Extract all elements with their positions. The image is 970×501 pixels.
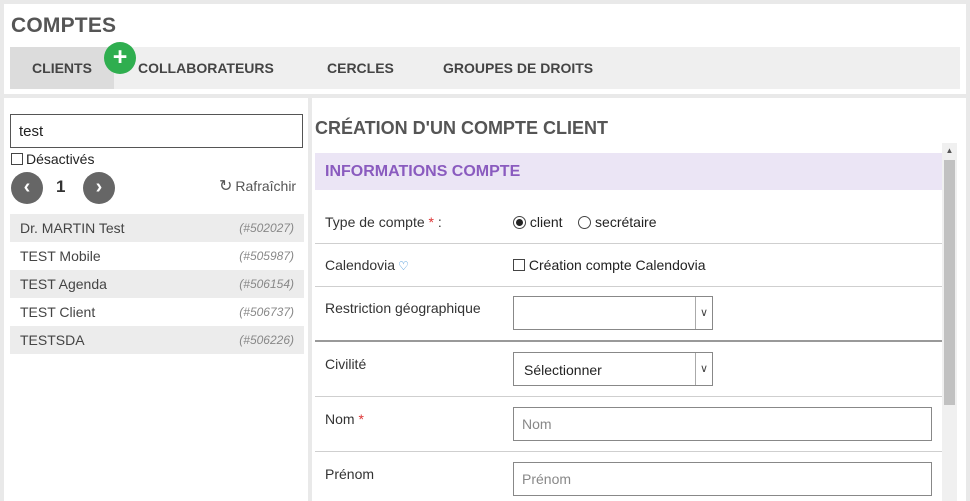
geo-restriction-label: Restriction géographique	[325, 300, 481, 316]
refresh-button[interactable]: ↻ Rafraîchir	[219, 176, 296, 196]
tab-clients[interactable]: CLIENTS	[10, 47, 114, 89]
list-item[interactable]: TEST Mobile (#505987)	[10, 242, 304, 270]
calendovia-checkbox-label: Création compte Calendovia	[528, 257, 706, 273]
calendovia-label: Calendovia ♡	[325, 257, 409, 273]
last-name-row: Nom *	[315, 397, 942, 452]
first-name-row: Prénom	[315, 452, 942, 501]
form-title: CRÉATION D'UN COMPTE CLIENT	[315, 118, 608, 138]
client-id: (#506154)	[239, 277, 294, 291]
section-header: INFORMATIONS COMPTE	[315, 153, 942, 190]
deactivated-filter: Désactivés	[11, 151, 94, 167]
client-list-panel: Désactivés ‹ 1 › ↻Rafraîchir Dr. MARTIN …	[4, 98, 308, 501]
list-item[interactable]: Dr. MARTIN Test (#502027)	[10, 214, 304, 242]
calendovia-icon: ♡	[398, 259, 409, 273]
calendovia-option: Création compte Calendovia	[513, 257, 706, 273]
list-item[interactable]: TEST Client (#506737)	[10, 298, 304, 326]
client-name: TESTSDA	[20, 332, 85, 348]
radio-client[interactable]	[513, 216, 526, 229]
geo-restriction-row: Restriction géographique ∨	[315, 287, 942, 342]
first-name-label: Prénom	[325, 466, 375, 482]
add-client-button[interactable]: +	[104, 42, 136, 74]
next-page-button[interactable]: ›	[83, 172, 115, 204]
last-name-label: Nom *	[325, 411, 364, 427]
account-type-options: client secrétaire	[513, 214, 657, 230]
civility-label: Civilité	[325, 356, 367, 372]
client-name: TEST Mobile	[20, 248, 101, 264]
radio-secretary[interactable]	[578, 216, 592, 229]
account-type-row: Type de compte * : client secrétaire	[315, 201, 942, 244]
list-item[interactable]: TESTSDA (#506226)	[10, 326, 304, 354]
list-item[interactable]: TEST Agenda (#506154)	[10, 270, 304, 298]
refresh-label: Rafraîchir	[235, 178, 297, 194]
client-id: (#506226)	[239, 333, 294, 347]
client-name: TEST Agenda	[20, 276, 107, 292]
radio-secretary-label: secrétaire	[595, 214, 657, 230]
client-form-panel: CRÉATION D'UN COMPTE CLIENT INFORMATIONS…	[312, 98, 966, 501]
calendovia-checkbox[interactable]	[513, 259, 525, 271]
tab-bar: CLIENTS COLLABORATEURS CERCLES GROUPES D…	[10, 42, 960, 89]
tab-groupes-de-droits[interactable]: GROUPES DE DROITS	[443, 47, 593, 89]
first-name-input[interactable]	[513, 462, 932, 496]
account-type-label: Type de compte * :	[325, 214, 442, 230]
radio-client-label: client	[529, 214, 563, 230]
search-input[interactable]	[10, 114, 303, 148]
scrollbar-thumb[interactable]	[944, 160, 955, 405]
client-name: TEST Client	[20, 304, 96, 320]
client-id: (#502027)	[239, 221, 294, 235]
tab-cercles[interactable]: CERCLES	[327, 47, 394, 89]
geo-restriction-select[interactable]: ∨	[513, 296, 713, 330]
client-id: (#506737)	[239, 305, 294, 319]
civility-row: Civilité Sélectionner ∨	[315, 342, 942, 397]
deactivated-label: Désactivés	[26, 151, 95, 167]
scroll-up-icon[interactable]: ▲	[942, 143, 957, 158]
last-name-input[interactable]	[513, 407, 932, 441]
client-list: Dr. MARTIN Test (#502027) TEST Mobile (#…	[10, 214, 304, 354]
civility-select[interactable]: Sélectionner ∨	[513, 352, 713, 386]
deactivated-checkbox[interactable]	[11, 153, 23, 165]
chevron-down-icon: ∨	[695, 297, 712, 329]
tab-collaborateurs[interactable]: COLLABORATEURS	[138, 47, 274, 89]
prev-page-button[interactable]: ‹	[11, 172, 43, 204]
page-title: COMPTES	[11, 14, 117, 37]
calendovia-row: Calendovia ♡ Création compte Calendovia	[315, 244, 942, 287]
form-scroll-area: INFORMATIONS COMPTE Type de compte * : c…	[315, 153, 942, 501]
page-number: 1	[56, 177, 66, 196]
header-panel: COMPTES CLIENTS COLLABORATEURS CERCLES G…	[4, 4, 966, 94]
form-scrollbar[interactable]: ▲	[942, 143, 957, 501]
client-name: Dr. MARTIN Test	[20, 220, 125, 236]
refresh-icon: ↻	[219, 178, 233, 195]
client-id: (#505987)	[239, 249, 294, 263]
chevron-down-icon: ∨	[695, 353, 712, 385]
